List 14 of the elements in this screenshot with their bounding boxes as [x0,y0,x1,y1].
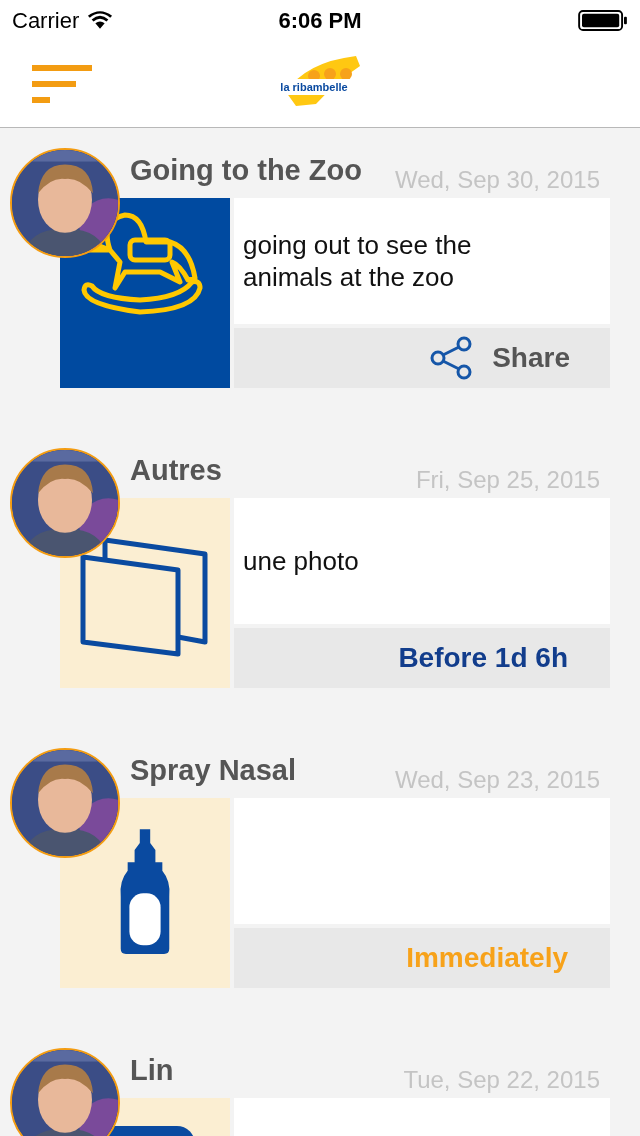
event-title: Lin [130,1053,174,1088]
battery-icon [578,9,628,31]
menu-icon[interactable] [32,63,92,104]
event-title: Going to the Zoo [130,153,362,188]
event-description: une photo [243,545,359,577]
event-title: Autres [130,453,222,488]
clock-label: 6:06 PM [278,6,362,35]
event-title: Spray Nasal [130,753,297,788]
event-description: going out to see the animals at the zoo [243,229,473,293]
reminder-label: Before 1d 6h [398,641,568,675]
carrier-label: Carrier [12,6,80,35]
wifi-icon [87,10,114,30]
share-button[interactable]: Share [234,328,610,388]
reminder-label: Immediately [406,941,568,975]
